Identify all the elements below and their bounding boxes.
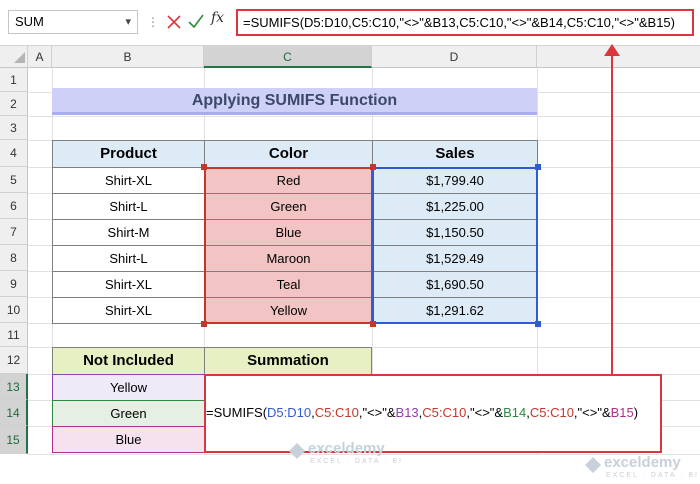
formula-bar: SUM ▾ ⋮ fx =SUMIFS(D5:D10,C5:C10,"<>"&B1… [0, 0, 700, 46]
column-header-b[interactable]: B [52, 46, 204, 68]
row-header-13[interactable]: 13 [0, 374, 28, 400]
product-cell[interactable]: Shirt-XL [52, 167, 205, 194]
name-box[interactable]: SUM ▾ [8, 10, 138, 34]
gridline [28, 116, 700, 117]
column-header-c[interactable]: C [204, 46, 372, 68]
sheet-title[interactable]: Applying SUMIFS Function [52, 88, 537, 115]
range-highlight-d5-d10 [372, 167, 538, 324]
row-header-12[interactable]: 12 [0, 347, 28, 374]
formula-ref-c5-c10: C5:C10 [529, 405, 574, 420]
formula-part: ,"<>"& [573, 405, 611, 420]
watermark-tagline: EXCEL · DATA · BI [606, 472, 699, 479]
formula-ref-b15: B15 [610, 405, 634, 420]
watermark-name: exceldemy [604, 454, 681, 471]
row-header-6[interactable]: 6 [0, 193, 28, 219]
header-color[interactable]: Color [204, 140, 373, 168]
range-handle[interactable] [201, 164, 207, 170]
column-header-a[interactable]: A [28, 46, 52, 68]
header-not-included[interactable]: Not Included [52, 347, 205, 375]
formula-ref-c5-c10: C5:C10 [422, 405, 467, 420]
watermark-tagline: EXCEL · DATA · BI [310, 458, 403, 465]
product-cell[interactable]: Shirt-L [52, 193, 205, 220]
column-headers: A B C D [0, 46, 700, 68]
row-header-9[interactable]: 9 [0, 271, 28, 297]
formula-ref-c5-c10: C5:C10 [314, 405, 359, 420]
excluded-color-cell[interactable]: Green [52, 400, 205, 427]
row-header-4[interactable]: 4 [0, 140, 28, 167]
product-cell[interactable]: Shirt-XL [52, 297, 205, 324]
formula-input[interactable]: =SUMIFS(D5:D10,C5:C10,"<>"&B13,C5:C10,"<… [236, 9, 694, 36]
row-header-10[interactable]: 10 [0, 297, 28, 323]
range-handle[interactable] [370, 164, 376, 170]
cancel-icon[interactable] [166, 11, 182, 31]
excluded-color-cell[interactable]: Yellow [52, 374, 205, 401]
row-header-8[interactable]: 8 [0, 245, 28, 271]
formula-part: =SUMIFS( [206, 405, 268, 420]
range-highlight-c5-c10 [204, 167, 373, 324]
arrow-up-icon [604, 44, 620, 56]
row-header-11[interactable]: 11 [0, 323, 28, 347]
row-header-7[interactable]: 7 [0, 219, 28, 245]
formula-part: ,"<>"& [358, 405, 396, 420]
callout-arrow-line [611, 54, 613, 374]
product-cell[interactable]: Shirt-XL [52, 271, 205, 298]
watermark-name: exceldemy [308, 440, 385, 457]
formula-part: ) [633, 405, 639, 420]
header-sales[interactable]: Sales [372, 140, 538, 168]
enter-check-icon[interactable] [187, 11, 205, 31]
select-all-triangle-icon[interactable] [14, 52, 25, 63]
product-cell[interactable]: Shirt-L [52, 245, 205, 272]
header-summation[interactable]: Summation [204, 347, 372, 375]
excluded-color-cell[interactable]: Blue [52, 426, 205, 453]
formula-ref-b13: B13 [395, 405, 419, 420]
row-header-3[interactable]: 3 [0, 116, 28, 140]
formula-ref-d5-d10: D5:D10 [267, 405, 312, 420]
formula-ref-b14: B14 [503, 405, 527, 420]
range-handle[interactable] [370, 321, 376, 327]
range-handle[interactable] [201, 321, 207, 327]
exceldemy-logo-icon [289, 443, 305, 459]
row-header-15[interactable]: 15 [0, 426, 28, 454]
product-cell[interactable]: Shirt-M [52, 219, 205, 246]
range-handle[interactable] [535, 321, 541, 327]
column-header-d[interactable]: D [372, 46, 537, 68]
summation-formula: =SUMIFS(D5:D10,C5:C10,"<>"&B13,C5:C10,"<… [206, 405, 638, 420]
row-header-2[interactable]: 2 [0, 92, 28, 116]
formula-part: ,"<>"& [466, 405, 504, 420]
range-handle[interactable] [535, 164, 541, 170]
exceldemy-logo-icon [585, 457, 601, 473]
name-box-value: SUM [15, 14, 44, 29]
header-product[interactable]: Product [52, 140, 205, 168]
drag-handle-icon[interactable]: ⋮ [147, 14, 159, 30]
insert-function-icon[interactable]: fx [211, 10, 224, 26]
row-header-5[interactable]: 5 [0, 167, 28, 193]
row-header-14[interactable]: 14 [0, 400, 28, 426]
chevron-down-icon[interactable]: ▾ [125, 11, 131, 33]
row-header-1[interactable]: 1 [0, 68, 28, 92]
